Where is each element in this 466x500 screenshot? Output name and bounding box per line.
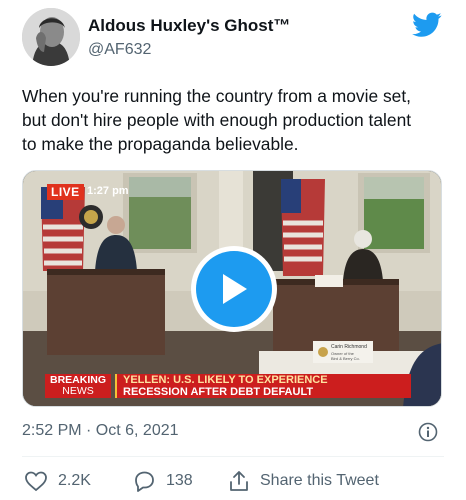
tweet-text: When you're running the country from a m… bbox=[22, 84, 452, 156]
avatar[interactable] bbox=[22, 8, 80, 66]
live-time: 1:27 pm bbox=[87, 185, 129, 197]
news-headline: YELLEN: U.S. LIKELY TO EXPERIENCE RECESS… bbox=[115, 374, 411, 398]
nameplate-text: Bird & Berry Co. bbox=[331, 356, 360, 361]
reply-icon bbox=[135, 471, 154, 492]
play-icon bbox=[223, 274, 247, 304]
share-button[interactable]: Share this Tweet bbox=[228, 470, 379, 492]
nameplate-text: Carin Richmond bbox=[331, 344, 367, 350]
play-button-inner[interactable] bbox=[196, 251, 272, 327]
twitter-bird-icon[interactable] bbox=[412, 12, 442, 38]
tweet-timestamp[interactable]: 2:52 PM · Oct 6, 2021 bbox=[22, 422, 179, 440]
live-badge: LIVE bbox=[47, 184, 84, 200]
avatar-portrait bbox=[22, 8, 80, 66]
tweet-text-line: to make the propaganda believable. bbox=[22, 134, 299, 154]
tweet-text-line: When you're running the country from a m… bbox=[22, 86, 411, 106]
divider bbox=[22, 456, 444, 457]
info-icon[interactable] bbox=[418, 422, 438, 442]
like-button[interactable]: 2.2K bbox=[24, 470, 91, 492]
headline-line: RECESSION AFTER DEBT DEFAULT bbox=[123, 385, 314, 398]
reply-count: 138 bbox=[166, 472, 193, 489]
display-name[interactable]: Aldous Huxley's Ghost™ bbox=[88, 16, 290, 36]
breaking-news-label: BREAKING NEWS bbox=[45, 374, 111, 398]
tweet-text-line: but don't hire people with enough produc… bbox=[22, 110, 412, 130]
news-label: NEWS bbox=[62, 385, 94, 397]
heart-icon bbox=[25, 471, 47, 492]
play-button[interactable] bbox=[191, 246, 277, 332]
headline-line: YELLEN: U.S. LIKELY TO EXPERIENCE bbox=[123, 374, 328, 386]
share-label: Share this Tweet bbox=[260, 472, 379, 489]
video-player[interactable]: Carin Richmond Owner of the Bird & Berry… bbox=[22, 170, 442, 407]
share-icon bbox=[230, 471, 248, 491]
user-handle[interactable]: @AF632 bbox=[88, 41, 151, 59]
reply-button[interactable]: 138 bbox=[132, 470, 193, 492]
like-count: 2.2K bbox=[58, 472, 91, 489]
